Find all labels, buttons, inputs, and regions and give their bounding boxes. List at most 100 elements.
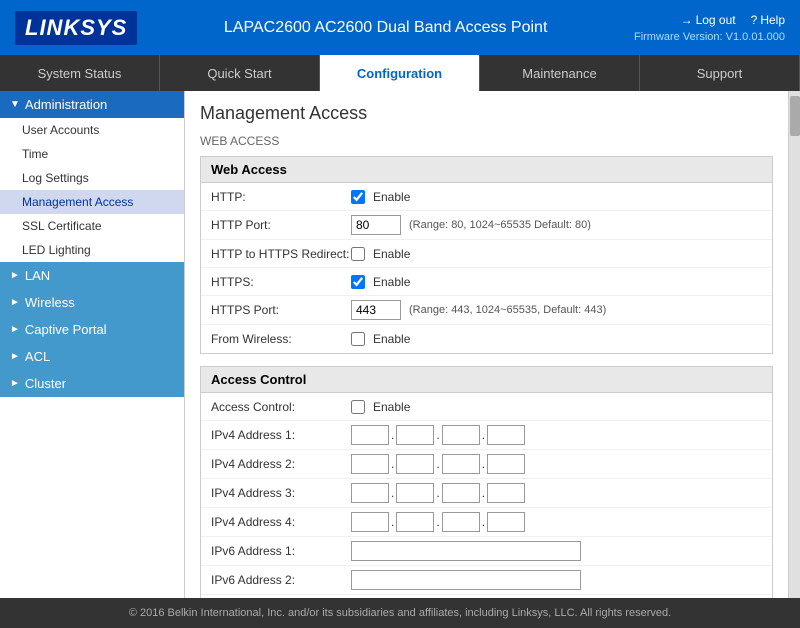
from-wireless-checkbox[interactable] <box>351 332 365 346</box>
sidebar: ▼ Administration User Accounts Time Log … <box>0 91 185 598</box>
https-enable-label: Enable <box>373 275 410 289</box>
ipv6-1-row: IPv6 Address 1: <box>201 537 772 566</box>
http-https-redirect-control: Enable <box>351 247 762 261</box>
ipv4-4-octet1[interactable] <box>351 512 389 532</box>
page-title: Management Access <box>200 103 773 124</box>
http-port-control: (Range: 80, 1024~65535 Default: 80) <box>351 215 762 235</box>
ipv4-2-row: IPv4 Address 2: . . . <box>201 450 772 479</box>
arrow-right-icon: ► <box>10 324 20 335</box>
ipv6-2-control <box>351 570 762 590</box>
http-port-input[interactable] <box>351 215 401 235</box>
arrow-right-icon: ► <box>10 351 20 362</box>
ipv4-3-row: IPv4 Address 3: . . . <box>201 479 772 508</box>
ipv4-4-octet3[interactable] <box>442 512 480 532</box>
https-port-hint: (Range: 443, 1024~65535, Default: 443) <box>409 304 606 316</box>
from-wireless-row: From Wireless: Enable <box>201 325 772 353</box>
help-icon: ? <box>751 13 758 27</box>
tab-support[interactable]: Support <box>640 55 800 91</box>
access-control-checkbox[interactable] <box>351 400 365 414</box>
http-control: Enable <box>351 190 762 204</box>
access-control-row: Access Control: Enable <box>201 393 772 421</box>
sidebar-item-user-accounts[interactable]: User Accounts <box>0 118 184 142</box>
ipv4-1-octet3[interactable] <box>442 425 480 445</box>
sidebar-group-acl[interactable]: ► ACL <box>0 343 184 370</box>
http-https-redirect-label: HTTP to HTTPS Redirect: <box>211 247 351 261</box>
web-access-title: Web Access <box>201 157 772 183</box>
sidebar-group-lan[interactable]: ► LAN <box>0 262 184 289</box>
from-wireless-enable-label: Enable <box>373 332 410 346</box>
sidebar-group-administration[interactable]: ▼ Administration <box>0 91 184 118</box>
ipv6-3-row: IPv6 Address 3: <box>201 595 772 598</box>
arrow-right-icon: ► <box>10 378 20 389</box>
ipv4-2-control: . . . <box>351 454 762 474</box>
help-button[interactable]: ? Help <box>751 13 785 27</box>
ipv4-1-label: IPv4 Address 1: <box>211 428 351 442</box>
sidebar-item-time[interactable]: Time <box>0 142 184 166</box>
app-title: LAPAC2600 AC2600 Dual Band Access Point <box>137 19 634 37</box>
ipv4-4-octet2[interactable] <box>396 512 434 532</box>
from-wireless-control: Enable <box>351 332 762 346</box>
http-https-redirect-enable-label: Enable <box>373 247 410 261</box>
ipv6-2-input[interactable] <box>351 570 581 590</box>
ipv4-2-octet4[interactable] <box>487 454 525 474</box>
logout-button[interactable]: → Log out <box>681 13 736 27</box>
access-control-enable-label: Enable <box>373 400 410 414</box>
ipv6-1-input[interactable] <box>351 541 581 561</box>
sidebar-group-wireless[interactable]: ► Wireless <box>0 289 184 316</box>
logout-icon: → <box>681 13 693 27</box>
ipv4-3-octet1[interactable] <box>351 483 389 503</box>
ipv4-4-octet4[interactable] <box>487 512 525 532</box>
nav-tabs: System Status Quick Start Configuration … <box>0 55 800 91</box>
https-port-input[interactable] <box>351 300 401 320</box>
https-control: Enable <box>351 275 762 289</box>
scroll-thumb[interactable] <box>790 96 800 136</box>
ipv4-3-label: IPv4 Address 3: <box>211 486 351 500</box>
tab-maintenance[interactable]: Maintenance <box>480 55 640 91</box>
ipv4-1-octet2[interactable] <box>396 425 434 445</box>
ipv4-1-octet1[interactable] <box>351 425 389 445</box>
ipv4-3-octet4[interactable] <box>487 483 525 503</box>
tab-system-status[interactable]: System Status <box>0 55 160 91</box>
main: ▼ Administration User Accounts Time Log … <box>0 91 800 598</box>
ipv4-3-octet2[interactable] <box>396 483 434 503</box>
http-enable-label: Enable <box>373 190 410 204</box>
http-port-hint: (Range: 80, 1024~65535 Default: 80) <box>409 219 591 231</box>
sidebar-group-cluster[interactable]: ► Cluster <box>0 370 184 397</box>
header: LINKSYS LAPAC2600 AC2600 Dual Band Acces… <box>0 0 800 55</box>
from-wireless-label: From Wireless: <box>211 332 351 346</box>
ipv4-2-octet3[interactable] <box>442 454 480 474</box>
ipv6-2-row: IPv6 Address 2: <box>201 566 772 595</box>
scrollbar[interactable] <box>788 91 800 598</box>
logo-text: LINKSYS <box>25 15 127 40</box>
tab-configuration[interactable]: Configuration <box>320 55 480 91</box>
ipv4-1-octet4[interactable] <box>487 425 525 445</box>
arrow-down-icon: ▼ <box>10 99 20 110</box>
sidebar-item-log-settings[interactable]: Log Settings <box>0 166 184 190</box>
sidebar-item-ssl-certificate[interactable]: SSL Certificate <box>0 214 184 238</box>
arrow-right-icon: ► <box>10 297 20 308</box>
access-control-label: Access Control: <box>211 400 351 414</box>
ipv4-4-label: IPv4 Address 4: <box>211 515 351 529</box>
http-checkbox[interactable] <box>351 190 365 204</box>
access-control-control: Enable <box>351 400 762 414</box>
https-label: HTTPS: <box>211 275 351 289</box>
sidebar-item-management-access[interactable]: Management Access <box>0 190 184 214</box>
ipv4-3-octet3[interactable] <box>442 483 480 503</box>
ipv6-1-control <box>351 541 762 561</box>
ipv4-2-octet1[interactable] <box>351 454 389 474</box>
https-checkbox[interactable] <box>351 275 365 289</box>
sidebar-item-led-lighting[interactable]: LED Lighting <box>0 238 184 262</box>
https-row: HTTPS: Enable <box>201 268 772 296</box>
content-area: Management Access WEB ACCESS Web Access … <box>185 91 788 598</box>
ipv4-3-control: . . . <box>351 483 762 503</box>
ipv6-1-label: IPv6 Address 1: <box>211 544 351 558</box>
http-https-redirect-row: HTTP to HTTPS Redirect: Enable <box>201 240 772 268</box>
ipv4-2-octet2[interactable] <box>396 454 434 474</box>
sidebar-group-captive-portal[interactable]: ► Captive Portal <box>0 316 184 343</box>
http-https-redirect-checkbox[interactable] <box>351 247 365 261</box>
access-control-section: Access Control Access Control: Enable IP… <box>200 366 773 598</box>
tab-quick-start[interactable]: Quick Start <box>160 55 320 91</box>
web-access-section: Web Access HTTP: Enable HTTP Port: (Rang… <box>200 156 773 354</box>
http-label: HTTP: <box>211 190 351 204</box>
ipv4-1-row: IPv4 Address 1: . . . <box>201 421 772 450</box>
